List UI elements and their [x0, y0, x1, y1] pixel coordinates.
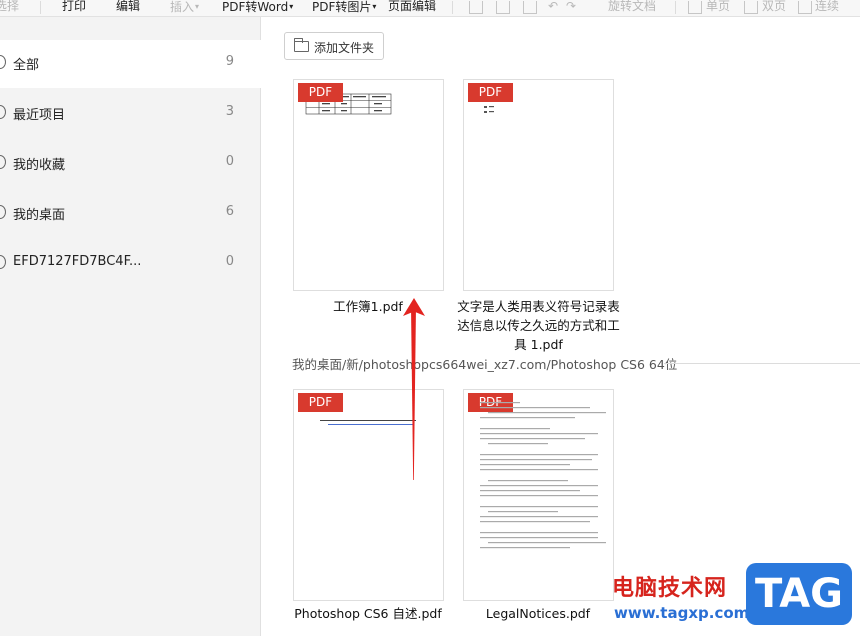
pdf-badge: PDF	[298, 393, 343, 412]
pdf-to-image-button[interactable]: PDF转图片▾	[312, 0, 376, 16]
file-name[interactable]: 文字是人类用表义符号记录表达信息以传之久远的方式和工具 1.pdf	[453, 297, 624, 354]
edit-button[interactable]: 编辑	[116, 0, 140, 16]
toolbar-divider	[675, 1, 676, 14]
rotate-document-button[interactable]: 旋转文档	[608, 0, 656, 16]
preview-text-line	[480, 454, 598, 456]
continuous-button[interactable]: 连续	[815, 0, 839, 16]
file-card[interactable]: PDF	[293, 79, 444, 291]
preview-text-line	[480, 495, 598, 497]
watermark-url: www.tagxp.com	[614, 604, 750, 622]
preview-text-line	[480, 438, 585, 440]
file-card[interactable]: PDF	[463, 389, 614, 601]
select-tool-button[interactable]: 选择	[0, 0, 19, 16]
sidebar-item-count: 0	[225, 254, 234, 269]
preview-text-line	[488, 542, 606, 544]
folder-icon	[294, 38, 309, 52]
preview-text-line	[480, 402, 520, 404]
all-files-icon	[0, 55, 6, 69]
sidebar-item-label: 最近项目	[13, 108, 66, 123]
sidebar-item-count: 9	[225, 54, 234, 69]
preview-link-line	[328, 424, 414, 425]
desktop-icon	[0, 205, 6, 219]
rotate-right-icon[interactable]: ↷	[566, 0, 576, 16]
sidebar-item-cloud[interactable]: EFD7127FD7BC4F... 0	[0, 240, 261, 288]
sidebar-item-count: 0	[225, 154, 234, 169]
print-button[interactable]: 打印	[62, 0, 86, 16]
chevron-down-icon: ▾	[372, 2, 377, 11]
toolbar-divider	[452, 1, 453, 14]
file-name[interactable]: 工作簿1.pdf	[283, 297, 453, 316]
double-page-button[interactable]: 双页	[762, 0, 786, 16]
text-preview	[480, 402, 606, 549]
continuous-icon	[798, 1, 812, 14]
page-icon[interactable]	[496, 1, 510, 14]
preview-text-line	[488, 511, 558, 513]
page-edit-button[interactable]: 页面编辑	[388, 0, 436, 16]
preview-title-line	[320, 420, 416, 421]
pdf-to-word-button[interactable]: PDF转Word▾	[222, 0, 293, 16]
cloud-icon	[0, 255, 6, 269]
watermark-text: 电脑技术网	[612, 576, 728, 601]
toolbar-divider	[40, 1, 41, 14]
preview-text-line	[488, 412, 606, 414]
sidebar-item-all[interactable]: 全部 9	[0, 40, 261, 88]
single-page-button[interactable]: 单页	[706, 0, 730, 16]
preview-text-line	[480, 464, 570, 466]
sidebar-item-label: 全部	[13, 58, 40, 73]
sidebar-item-count: 3	[225, 104, 234, 119]
preview-text-line	[480, 407, 590, 409]
preview-text-line	[480, 516, 598, 518]
pdf-to-image-label: PDF转图片	[312, 0, 372, 14]
file-card[interactable]: PDF	[463, 79, 614, 291]
pdf-to-word-label: PDF转Word	[222, 0, 289, 14]
preview-text-line	[480, 506, 598, 508]
sidebar: 全部 9 最近项目 3 我的收藏 0 我的桌面 6 EFD7127FD7BC4F…	[0, 17, 261, 636]
sidebar-item-label: EFD7127FD7BC4F...	[13, 254, 142, 269]
pdf-badge: PDF	[298, 83, 343, 102]
preview-text-line	[480, 459, 592, 461]
sidebar-item-label: 我的桌面	[13, 208, 66, 223]
chevron-down-icon: ▾	[289, 2, 294, 11]
sidebar-item-desktop[interactable]: 我的桌面 6	[0, 190, 261, 238]
file-name[interactable]: Photoshop CS6 自述.pdf	[283, 604, 453, 623]
section-divider	[664, 363, 860, 364]
preview-text-line	[480, 490, 580, 492]
preview-text-line	[480, 469, 598, 471]
sidebar-item-recent[interactable]: 最近项目 3	[0, 90, 261, 138]
preview-text-line	[488, 480, 568, 482]
preview-text-line	[480, 547, 570, 549]
clock-icon	[0, 105, 6, 119]
file-name[interactable]: LegalNotices.pdf	[453, 604, 623, 623]
watermark-tag-logo: TAG	[746, 563, 852, 625]
add-folder-label: 添加文件夹	[314, 41, 375, 55]
sidebar-item-favorites[interactable]: 我的收藏 0	[0, 140, 261, 188]
sidebar-item-label: 我的收藏	[13, 158, 66, 173]
page-icon[interactable]	[523, 1, 537, 14]
single-page-icon	[688, 1, 702, 14]
preview-text-line	[480, 532, 598, 534]
preview-text-line	[480, 417, 575, 419]
folder-path-label: 我的桌面/新/photoshopcs664wei_xz7.com/Photosh…	[292, 357, 678, 372]
chevron-down-icon: ▾	[195, 2, 200, 11]
preview-text-line	[480, 537, 598, 539]
pdf-badge: PDF	[468, 83, 513, 102]
insert-button[interactable]: 插入▾	[170, 0, 199, 16]
add-folder-button[interactable]: 添加文件夹	[284, 32, 384, 60]
preview-text-line	[480, 433, 598, 435]
sidebar-item-count: 6	[225, 204, 234, 219]
rotate-left-icon[interactable]: ↶	[548, 0, 558, 16]
preview-text-line	[488, 443, 548, 445]
preview-text-line	[480, 521, 590, 523]
page-icon[interactable]	[469, 1, 483, 14]
preview-text-line	[480, 428, 550, 430]
star-icon	[0, 155, 6, 169]
insert-label: 插入	[170, 0, 195, 14]
preview-text-line	[480, 485, 598, 487]
top-toolbar: 选择 打印 编辑 插入▾ PDF转Word▾ PDF转图片▾ 页面编辑 ↶ ↷ …	[0, 0, 860, 17]
double-page-icon	[744, 1, 758, 14]
file-card[interactable]: PDF	[293, 389, 444, 601]
